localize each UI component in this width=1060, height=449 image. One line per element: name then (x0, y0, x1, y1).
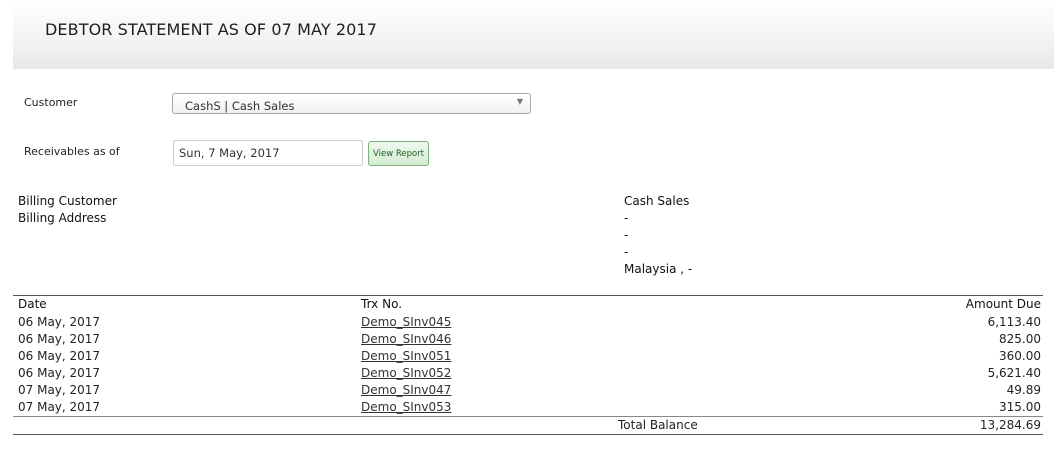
customer-label: Customer (24, 96, 78, 109)
total-top-rule (13, 416, 1043, 417)
total-balance-label: Total Balance (618, 418, 698, 432)
billing-customer-label: Billing Customer (18, 194, 117, 208)
customer-select-value: CashS | Cash Sales (185, 99, 295, 113)
row-date: 06 May, 2017 (18, 332, 101, 346)
billing-customer-name: Cash Sales (624, 194, 690, 208)
trx-link[interactable]: Demo_SInv045 (361, 315, 451, 329)
row-amount: 6,113.40 (987, 315, 1041, 329)
billing-address-line: - (624, 228, 629, 242)
row-amount: 360.00 (999, 349, 1041, 363)
row-date: 07 May, 2017 (18, 400, 101, 414)
total-balance-value: 13,284.69 (979, 418, 1041, 432)
trx-link[interactable]: Demo_SInv051 (361, 349, 451, 363)
row-amount: 5,621.40 (987, 366, 1041, 380)
chevron-down-icon: ▼ (516, 97, 523, 106)
receivables-date-input[interactable] (173, 140, 363, 166)
debtor-statement-page: DEBTOR STATEMENT AS OF 07 MAY 2017 Custo… (0, 0, 1060, 449)
page-header: DEBTOR STATEMENT AS OF 07 MAY 2017 (13, 0, 1054, 69)
customer-select[interactable]: CashS | Cash Sales ▼ (172, 93, 531, 114)
total-bottom-rule (13, 434, 1043, 435)
date-column-header: Date (18, 297, 47, 311)
row-date: 06 May, 2017 (18, 315, 101, 329)
trx-link[interactable]: Demo_SInv053 (361, 400, 451, 414)
billing-address-country: Malaysia , - (624, 262, 693, 276)
trx-link[interactable]: Demo_SInv052 (361, 366, 451, 380)
page-title: DEBTOR STATEMENT AS OF 07 MAY 2017 (45, 20, 377, 39)
billing-address-label: Billing Address (18, 211, 107, 225)
row-date: 06 May, 2017 (18, 349, 101, 363)
trx-link[interactable]: Demo_SInv047 (361, 383, 451, 397)
row-amount: 49.89 (1006, 383, 1041, 397)
receivables-label: Receivables as of (24, 145, 120, 158)
billing-address-line: - (624, 211, 629, 225)
row-date: 07 May, 2017 (18, 383, 101, 397)
row-date: 06 May, 2017 (18, 366, 101, 380)
view-report-button[interactable]: View Report (368, 141, 429, 166)
row-amount: 315.00 (999, 400, 1041, 414)
trx-link[interactable]: Demo_SInv046 (361, 332, 451, 346)
table-top-rule (13, 295, 1043, 296)
billing-address-line: - (624, 245, 629, 259)
row-amount: 825.00 (999, 332, 1041, 346)
amount-column-header: Amount Due (965, 297, 1041, 311)
trx-column-header: Trx No. (361, 297, 403, 311)
